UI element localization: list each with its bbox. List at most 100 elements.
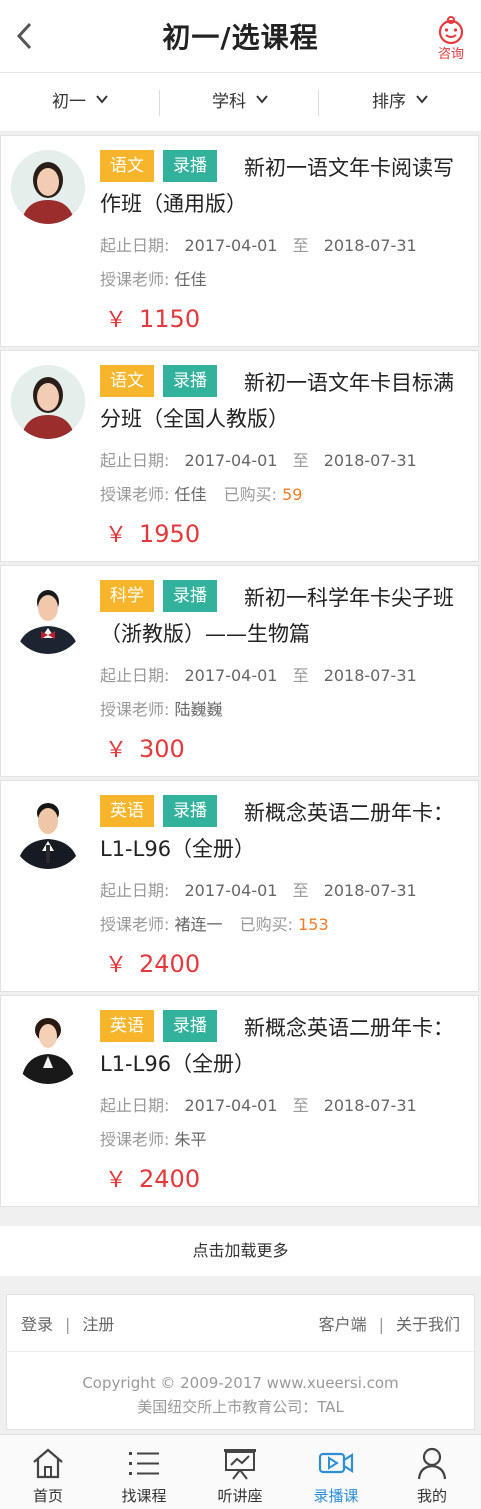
end-date: 2018-07-31 (323, 1096, 417, 1115)
tab-recorded[interactable]: 录播课 (288, 1435, 384, 1509)
start-date: 2017-04-01 (184, 881, 278, 900)
course-card[interactable]: 语文 录播 新初一语文年卡目标满分班（全国人教版） 起止日期: 2017-04-0… (0, 350, 479, 562)
presentation-icon (224, 1449, 256, 1480)
course-price: ￥ 2400 (105, 947, 200, 979)
teacher-name: 朱平 (174, 1130, 207, 1149)
course-price: ￥ 2400 (105, 1162, 200, 1194)
client-link[interactable]: 客户端 (319, 1315, 367, 1334)
teacher-avatar (11, 1010, 85, 1084)
date-row: 起止日期: 2017-04-01 至 2018-07-31 (100, 877, 417, 901)
course-price: ￥ 1150 (105, 302, 200, 334)
video-icon (318, 1452, 354, 1474)
tab-find-course[interactable]: 找课程 (96, 1435, 192, 1509)
date-label: 起止日期: (100, 881, 170, 900)
bought-count: 153 (298, 915, 329, 934)
account-links: 登录 | 注册 (21, 1311, 114, 1335)
course-title[interactable]: 新初一科学年卡尖子班（浙教版）——生物篇 (100, 580, 464, 652)
start-date: 2017-04-01 (184, 1096, 278, 1115)
to-label: 至 (292, 451, 309, 470)
consult-button[interactable]: 咨询 (435, 14, 467, 62)
tab-mine[interactable]: 我的 (384, 1435, 480, 1509)
teacher-label: 授课老师: (100, 1130, 170, 1149)
yen-symbol: ￥ (105, 1168, 128, 1193)
course-card[interactable]: 英语 录播 新概念英语二册年卡：L1-L96（全册） 起止日期: 2017-04-… (0, 995, 479, 1207)
link-separator: | (65, 1315, 71, 1334)
person-icon (417, 1447, 447, 1480)
chevron-down-icon (96, 95, 108, 104)
teacher-avatar (11, 580, 85, 654)
teacher-row: 授课老师: 朱平 (100, 1126, 207, 1150)
date-label: 起止日期: (100, 236, 170, 255)
tab-recorded-label: 录播课 (313, 1487, 359, 1505)
course-title[interactable]: 新概念英语二册年卡：L1-L96（全册） (100, 1010, 464, 1082)
course-price: ￥ 300 (105, 732, 185, 764)
filter-bar: 初一 学科 排序 (0, 73, 481, 132)
course-card[interactable]: 英语 录播 新概念英语二册年卡：L1-L96（全册） 起止日期: 2017-04-… (0, 780, 479, 992)
date-row: 起止日期: 2017-04-01 至 2018-07-31 (100, 232, 417, 256)
yen-symbol: ￥ (105, 738, 128, 763)
link-separator: | (378, 1315, 384, 1334)
bought-label: 已购买: (223, 485, 278, 504)
to-label: 至 (292, 666, 309, 685)
grade-filter[interactable]: 初一 (0, 73, 160, 131)
teacher-name: 陆巍巍 (174, 700, 223, 719)
bought-label: 已购买: (239, 915, 294, 934)
tab-mine-label: 我的 (416, 1487, 447, 1505)
sort-filter-label: 排序 (372, 92, 406, 112)
teacher-label: 授课老师: (100, 270, 170, 289)
price-value: 2400 (139, 1165, 201, 1193)
chevron-down-icon (416, 95, 428, 104)
teacher-avatar (11, 795, 85, 869)
about-link[interactable]: 关于我们 (396, 1315, 460, 1334)
end-date: 2018-07-31 (323, 236, 417, 255)
register-link[interactable]: 注册 (82, 1315, 114, 1334)
price-value: 300 (139, 735, 185, 763)
yen-symbol: ￥ (105, 523, 128, 548)
teacher-name: 任佳 (174, 485, 207, 504)
to-label: 至 (292, 881, 309, 900)
yen-symbol: ￥ (105, 953, 128, 978)
start-date: 2017-04-01 (184, 236, 278, 255)
page-title: 初一/选课程 (162, 21, 319, 54)
date-label: 起止日期: (100, 451, 170, 470)
to-label: 至 (292, 1096, 309, 1115)
course-card[interactable]: 科学 录播 新初一科学年卡尖子班（浙教版）——生物篇 起止日期: 2017-04-… (0, 565, 479, 777)
course-title[interactable]: 新概念英语二册年卡：L1-L96（全册） (100, 795, 464, 867)
teacher-label: 授课老师: (100, 915, 170, 934)
login-link[interactable]: 登录 (21, 1315, 53, 1334)
end-date: 2018-07-31 (323, 666, 417, 685)
sort-filter[interactable]: 排序 (320, 73, 480, 131)
course-title[interactable]: 新初一语文年卡目标满分班（全国人教版） (100, 365, 464, 437)
price-value: 2400 (139, 950, 201, 978)
subject-filter-label: 学科 (212, 92, 246, 112)
end-date: 2018-07-31 (323, 881, 417, 900)
monkey-face-icon (438, 16, 464, 45)
course-card[interactable]: 语文 录播 新初一语文年卡阅读写作班（通用版） 起止日期: 2017-04-01 … (0, 135, 479, 347)
teacher-row: 授课老师: 任佳 已购买: 59 (100, 481, 302, 505)
top-header: 初一/选课程 咨询 (0, 0, 481, 73)
tab-home-label: 首页 (32, 1487, 63, 1505)
tab-find-course-label: 找课程 (121, 1487, 167, 1505)
date-label: 起止日期: (100, 1096, 170, 1115)
teacher-avatar (11, 365, 85, 439)
course-title[interactable]: 新初一语文年卡阅读写作班（通用版） (100, 150, 464, 222)
site-footer: 登录 | 注册 客户端 | 关于我们 Copyright © 2009-2017 www… (6, 1294, 475, 1430)
teacher-label: 授课老师: (100, 700, 170, 719)
date-row: 起止日期: 2017-04-01 至 2018-07-31 (100, 1092, 417, 1116)
list-icon (129, 1452, 159, 1475)
teacher-row: 授课老师: 陆巍巍 (100, 696, 223, 720)
teacher-avatar (11, 150, 85, 224)
yen-symbol: ￥ (105, 308, 128, 333)
date-row: 起止日期: 2017-04-01 至 2018-07-31 (100, 447, 417, 471)
to-label: 至 (292, 236, 309, 255)
subject-filter[interactable]: 学科 (160, 73, 320, 131)
teacher-row: 授课老师: 褚连一 已购买: 153 (100, 911, 329, 935)
divider (318, 90, 319, 116)
copyright: Copyright © 2009-2017 www.xueersi.com 美国… (7, 1371, 474, 1419)
teacher-name: 褚连一 (174, 915, 223, 934)
tab-lecture[interactable]: 听讲座 (192, 1435, 288, 1509)
price-value: 1150 (139, 305, 201, 333)
teacher-row: 授课老师: 任佳 (100, 266, 207, 290)
load-more-button[interactable]: 点击加载更多 (0, 1226, 481, 1276)
tab-home[interactable]: 首页 (0, 1435, 96, 1509)
